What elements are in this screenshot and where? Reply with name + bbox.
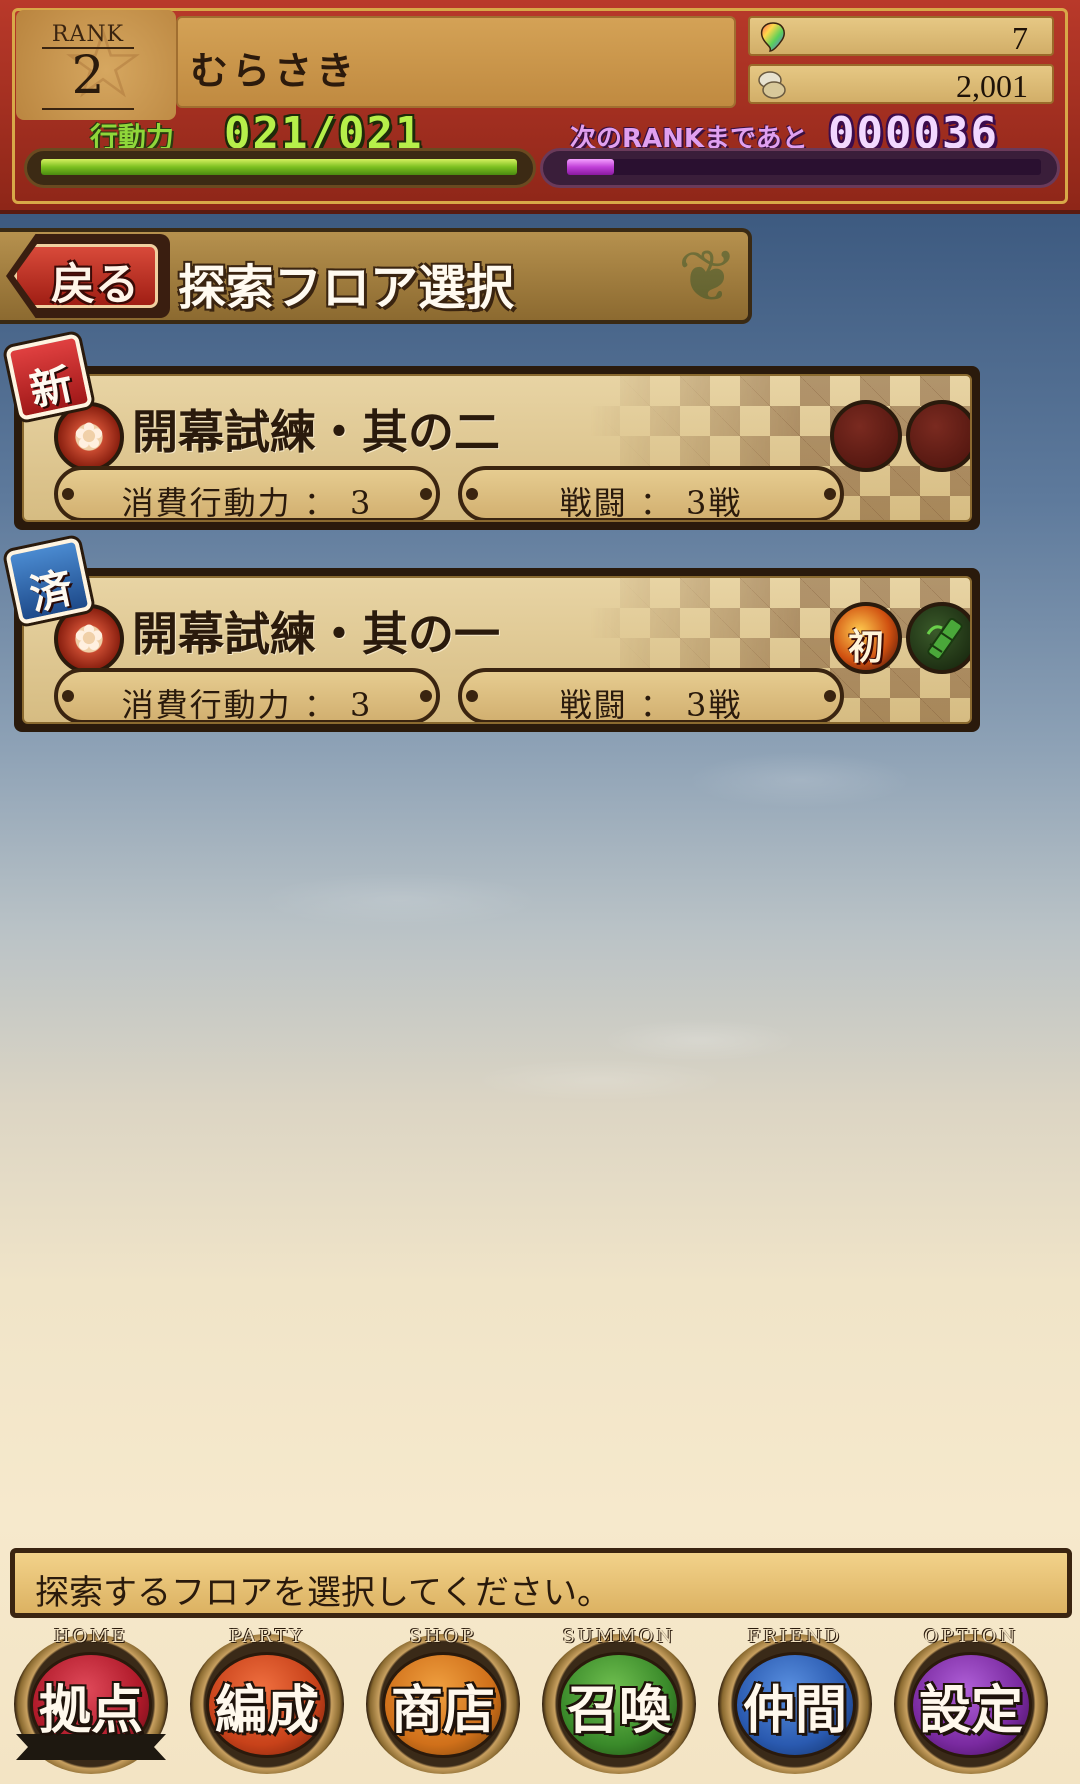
nav-label[interactable]: 設定 bbox=[888, 1668, 1054, 1743]
battle-pill: 戦闘 ： 3戦 bbox=[458, 466, 844, 522]
gem-count: 7 bbox=[1012, 20, 1028, 56]
floor-name: 開幕試練・其の二 bbox=[132, 405, 500, 459]
floor-card-body[interactable]: ✿ 開幕試練・其の一 消費行動力 ： 3 戦闘 ： 3戦 初 bbox=[22, 576, 972, 724]
bamboo-item-icon bbox=[906, 602, 970, 674]
empty-slot-icon bbox=[906, 400, 970, 472]
nav-sub-label: PARTY bbox=[229, 1626, 305, 1647]
player-name-panel: むらさき bbox=[176, 16, 736, 108]
new-badge: 新 bbox=[5, 333, 93, 421]
cost-text: 消費行動力 ： 3 bbox=[121, 686, 373, 724]
nav-sub-label: HOME bbox=[53, 1626, 129, 1647]
coin-stack-icon bbox=[758, 71, 786, 99]
message-text: 探索するフロアを選択してください。 bbox=[35, 1573, 611, 1613]
player-name: むらさき bbox=[190, 49, 359, 93]
nav-friend-button[interactable]: FRIEND 仲間 bbox=[712, 1626, 878, 1776]
nav-sub-label: FRIEND bbox=[747, 1626, 843, 1647]
floor-name: 開幕試練・其の一 bbox=[132, 607, 500, 661]
bottom-navigation: HOME 拠点 PARTY 編成 SHOP 商店 SUMMON 召喚 FRIEN… bbox=[0, 1620, 1080, 1784]
coin-counter: 2,001 bbox=[748, 64, 1054, 104]
nav-label[interactable]: 商店 bbox=[360, 1668, 526, 1743]
rank-label: RANK bbox=[42, 22, 134, 49]
swirl-ornament-icon: ❦ bbox=[677, 234, 738, 318]
rainbow-gem-icon bbox=[760, 22, 785, 52]
experience-fill bbox=[567, 159, 614, 175]
nav-sub-label: SHOP bbox=[409, 1626, 477, 1647]
status-header: ☆ RANK 2 むらさき 7 2,001 行動力 021/021 次のRANK… bbox=[0, 0, 1080, 214]
floor-card[interactable]: ✿ 開幕試練・其の一 消費行動力 ： 3 戦闘 ： 3戦 初 bbox=[14, 568, 980, 732]
cost-pill: 消費行動力 ： 3 bbox=[54, 466, 440, 522]
nav-sub-label: OPTION bbox=[923, 1626, 1019, 1647]
action-points-fill bbox=[41, 159, 517, 175]
floor-card-body[interactable]: ✿ 開幕試練・其の二 消費行動力 ： 3 戦闘 ： 3戦 bbox=[22, 374, 972, 522]
gem-counter: 7 bbox=[748, 16, 1054, 56]
nav-option-button[interactable]: OPTION 設定 bbox=[888, 1626, 1054, 1776]
first-clear-icon: 初 bbox=[830, 602, 902, 674]
action-points-bar bbox=[24, 148, 536, 188]
coin-count: 2,001 bbox=[956, 68, 1028, 104]
bamboo-icon bbox=[926, 617, 963, 661]
back-button-label[interactable]: 戻る bbox=[40, 248, 150, 312]
cost-pill: 消費行動力 ： 3 bbox=[54, 668, 440, 724]
nav-summon-button[interactable]: SUMMON 召喚 bbox=[536, 1626, 702, 1776]
rank-panel: ☆ RANK 2 bbox=[16, 10, 176, 120]
cost-text: 消費行動力 ： 3 bbox=[121, 484, 373, 522]
message-bar: 探索するフロアを選択してください。 bbox=[10, 1548, 1072, 1618]
nav-label[interactable]: 拠点 bbox=[8, 1668, 174, 1743]
nav-shop-button[interactable]: SHOP 商店 bbox=[360, 1626, 526, 1776]
battle-pill: 戦闘 ： 3戦 bbox=[458, 668, 844, 724]
nav-label[interactable]: 仲間 bbox=[712, 1668, 878, 1743]
nav-label[interactable]: 召喚 bbox=[536, 1668, 702, 1743]
action-points-track bbox=[41, 159, 517, 175]
page-title: 探索フロア選択 bbox=[178, 260, 515, 316]
first-clear-label: 初 bbox=[847, 626, 884, 668]
nav-label[interactable]: 編成 bbox=[184, 1668, 350, 1743]
experience-track bbox=[567, 159, 1041, 175]
nav-sub-label: SUMMON bbox=[562, 1626, 676, 1647]
battle-text: 戦闘 ： 3戦 bbox=[559, 484, 743, 522]
nav-party-button[interactable]: PARTY 編成 bbox=[184, 1626, 350, 1776]
experience-bar bbox=[540, 148, 1060, 188]
nav-home-button[interactable]: HOME 拠点 bbox=[8, 1626, 174, 1776]
empty-slot-icon bbox=[830, 400, 902, 472]
rank-value: 2 bbox=[42, 50, 134, 110]
floor-card[interactable]: ✿ 開幕試練・其の二 消費行動力 ： 3 戦闘 ： 3戦 bbox=[14, 366, 980, 530]
cleared-badge: 済 bbox=[5, 537, 93, 625]
battle-text: 戦闘 ： 3戦 bbox=[559, 686, 743, 724]
